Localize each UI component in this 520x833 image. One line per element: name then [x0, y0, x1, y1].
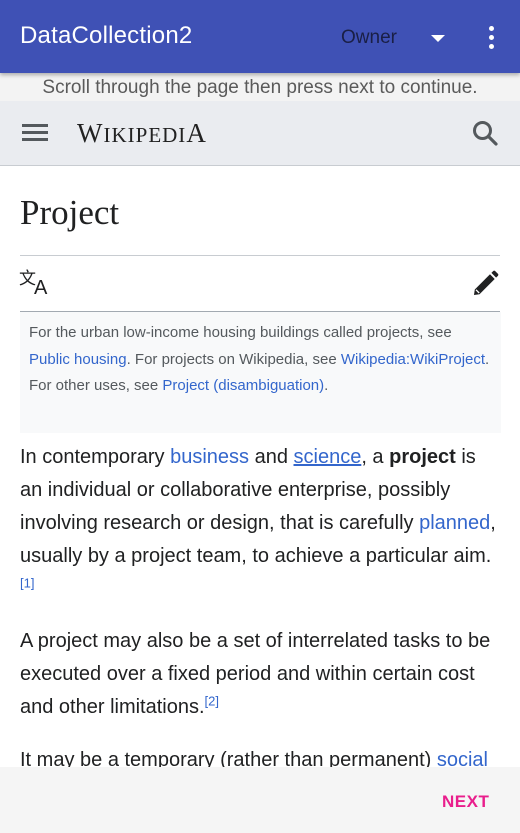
logo-letter: A	[186, 118, 207, 148]
reference-1[interactable]: [1]	[20, 575, 34, 590]
body-text: In contemporary	[20, 446, 171, 468]
link-planned[interactable]: planned	[419, 512, 490, 534]
translate-icon[interactable]: 文 A	[19, 268, 53, 298]
page-title: Project	[20, 193, 120, 232]
link-business[interactable]: business	[170, 446, 249, 468]
app-title: DataCollection2	[20, 22, 193, 49]
app-bar: DataCollection2 Owner	[0, 0, 520, 73]
logo-letters: IKIPEDI	[103, 123, 187, 147]
search-icon[interactable]	[472, 120, 498, 146]
paragraph-1: In contemporary business and science, a …	[20, 441, 502, 606]
hamburger-icon[interactable]	[22, 124, 48, 142]
svg-text:A: A	[34, 277, 48, 298]
paragraph-2: A project may also be a set of interrela…	[20, 625, 502, 724]
pencil-icon[interactable]	[471, 270, 499, 298]
body-text: A project may also be a set of interrela…	[20, 630, 491, 718]
next-button[interactable]: NEXT	[442, 792, 489, 812]
role-select-value[interactable]: Owner	[341, 27, 397, 49]
link-public-housing[interactable]: Public housing	[29, 351, 127, 368]
instruction-text: Scroll through the page then press next …	[0, 73, 520, 101]
bold-term: project	[389, 446, 456, 468]
hatnote-text: .	[324, 377, 329, 394]
link-project-disambiguation[interactable]: Project (disambiguation)	[162, 377, 324, 394]
more-vert-icon[interactable]	[486, 26, 498, 50]
reference-2[interactable]: [2]	[205, 693, 219, 708]
hatnote: For the urban low-income housing buildin…	[20, 312, 501, 433]
hatnote-text: . For projects on Wikipedia, see	[126, 350, 341, 368]
caret-down-icon[interactable]	[431, 35, 445, 42]
body-text: and	[249, 446, 294, 468]
link-science[interactable]: science	[294, 446, 362, 468]
body-text: , a	[361, 446, 390, 468]
divider	[20, 255, 500, 256]
wikipedia-logo[interactable]: WIKIPEDIA	[77, 118, 207, 149]
hatnote-text: For the urban low-income housing buildin…	[29, 324, 452, 341]
logo-letter: W	[77, 118, 104, 148]
link-wikiproject[interactable]: Wikipedia:WikiProject	[341, 351, 485, 368]
